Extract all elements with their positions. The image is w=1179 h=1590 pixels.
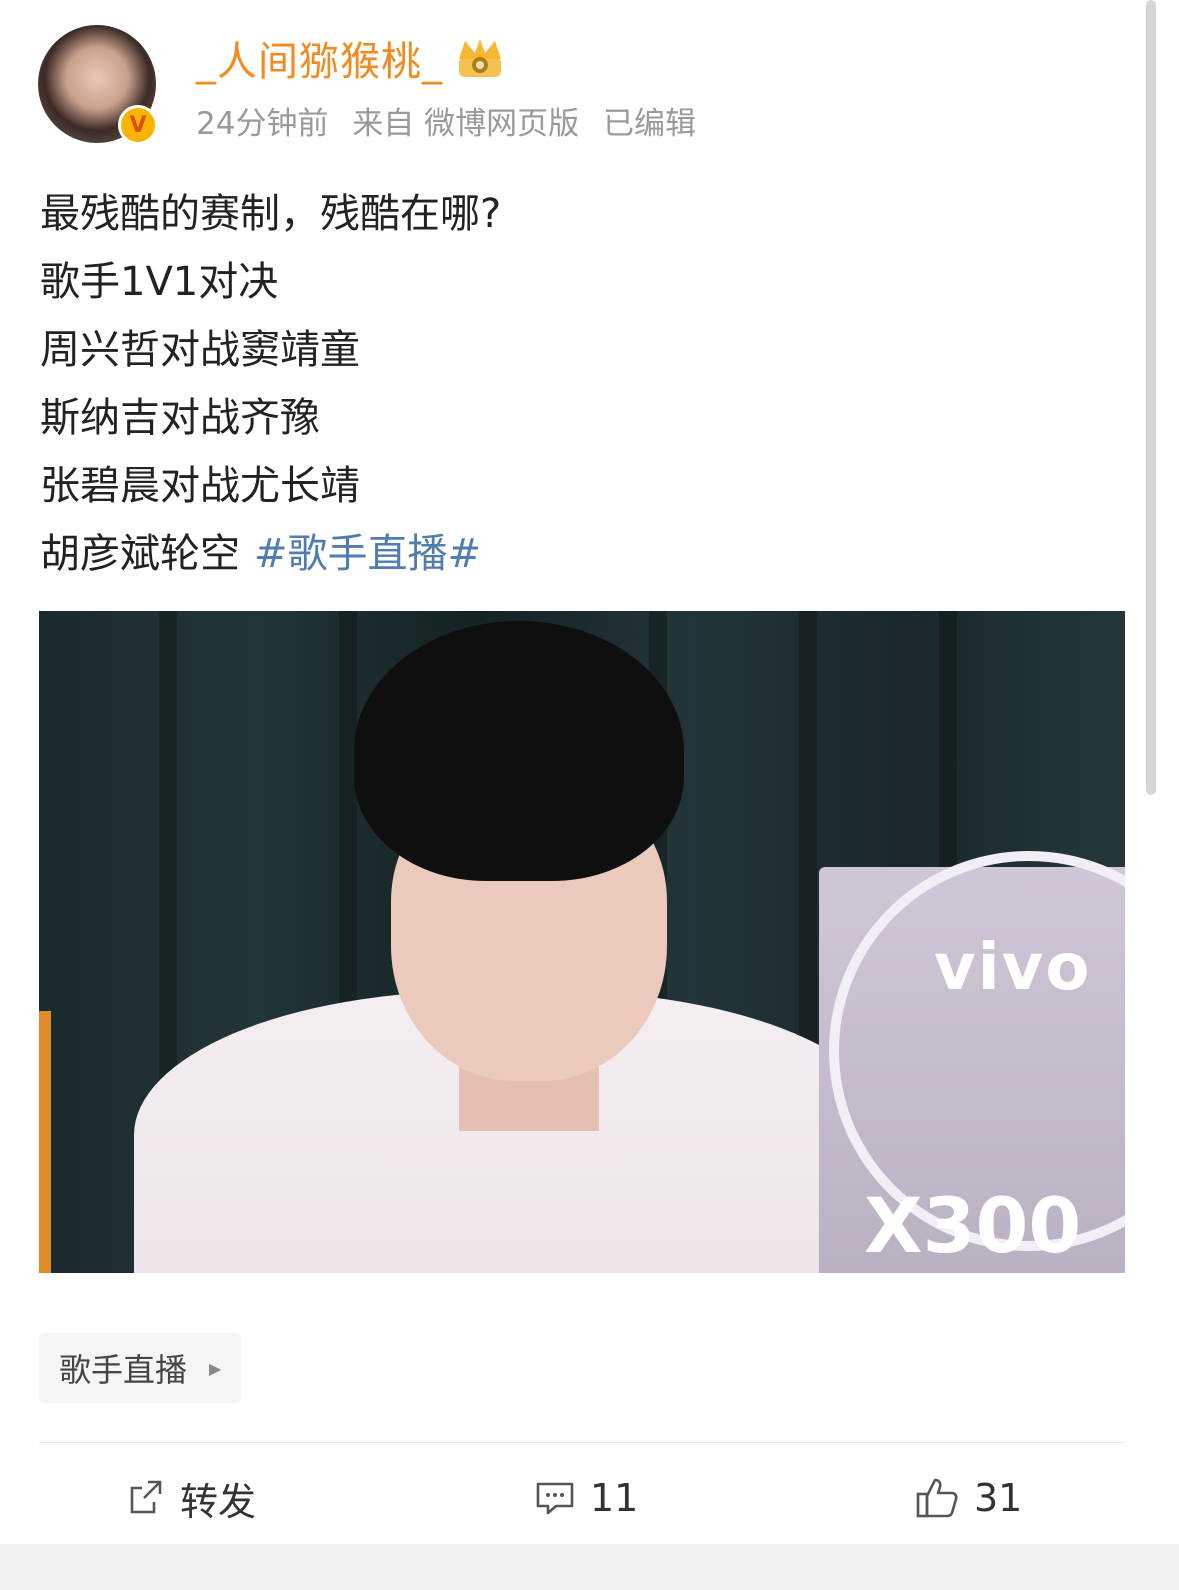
like-button[interactable]: 31 bbox=[914, 1470, 1022, 1526]
repost-label: 转发 bbox=[180, 1479, 257, 1524]
weibo-post-page: V _人间猕猴桃_ 24分钟前 来自 微博网页版 已编辑 最残酷的赛制，残酷在哪… bbox=[0, 0, 1179, 1590]
post-time[interactable]: 24分钟前 bbox=[196, 106, 328, 142]
like-icon bbox=[916, 1478, 958, 1518]
post-line: 最残酷的赛制，残酷在哪? bbox=[40, 191, 502, 237]
comment-icon bbox=[536, 1482, 574, 1515]
repost-button[interactable]: 转发 bbox=[126, 1470, 256, 1526]
overlay-brand: vivo bbox=[934, 931, 1092, 1005]
person-hair bbox=[354, 621, 684, 881]
verified-badge-label: V bbox=[129, 112, 147, 138]
post-line: 斯纳吉对战齐豫 bbox=[40, 395, 320, 441]
comment-button[interactable]: 11 bbox=[534, 1470, 638, 1526]
comment-count: 11 bbox=[590, 1476, 639, 1520]
left-edge-decor bbox=[39, 1011, 51, 1273]
post-meta: 24分钟前 来自 微博网页版 已编辑 bbox=[196, 98, 710, 143]
avatar[interactable]: V bbox=[38, 25, 158, 145]
crown-icon[interactable] bbox=[453, 35, 507, 81]
scrollbar[interactable] bbox=[1146, 0, 1156, 795]
username-link[interactable]: _人间猕猴桃_ bbox=[196, 29, 443, 87]
post-source: 来自 微博网页版 bbox=[352, 106, 580, 142]
topic-chip-label: 歌手直播 bbox=[59, 1351, 188, 1389]
hashtag-link[interactable]: #歌手直播# bbox=[254, 531, 481, 577]
topic-chip[interactable]: 歌手直播 ▶ bbox=[39, 1333, 242, 1403]
post-line: 周兴哲对战窦靖童 bbox=[40, 327, 360, 373]
like-count: 31 bbox=[974, 1476, 1023, 1520]
post-text: 最残酷的赛制，残酷在哪? 歌手1V1对决 周兴哲对战窦靖童 斯纳吉对战齐豫 张碧… bbox=[40, 180, 1140, 588]
bottom-bar bbox=[0, 1544, 1179, 1590]
overlay-model: X300 U bbox=[864, 1181, 1082, 1273]
post-edited-label[interactable]: 已编辑 bbox=[603, 106, 696, 142]
divider bbox=[39, 1442, 1125, 1443]
chevron-right-icon: ▶ bbox=[209, 1358, 222, 1378]
video-player[interactable]: vivo X300 U bbox=[39, 611, 1125, 1273]
post-line: 张碧晨对战尤长靖 bbox=[40, 463, 360, 509]
repost-icon bbox=[130, 1480, 162, 1514]
post-line-text: 胡彦斌轮空 bbox=[40, 531, 240, 577]
verified-badge-icon: V bbox=[118, 105, 158, 145]
username-row: _人间猕猴桃_ bbox=[196, 30, 507, 86]
post-line-last: 胡彦斌轮空 #歌手直播# bbox=[40, 520, 1140, 588]
post-line: 歌手1V1对决 bbox=[40, 259, 279, 305]
